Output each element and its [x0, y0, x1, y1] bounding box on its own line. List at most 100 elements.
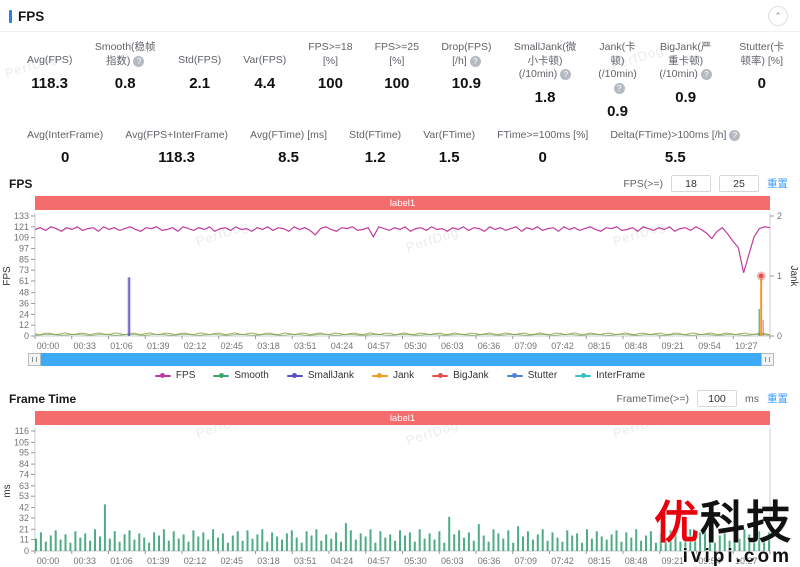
primary-stat: Drop(FPS) [/h]? 10.9	[430, 41, 503, 120]
svg-text:ms: ms	[2, 485, 13, 498]
svg-text:02:12: 02:12	[184, 341, 207, 350]
secondary-stat: Avg(InterFrame) 0	[16, 129, 114, 167]
fps-threshold2-input[interactable]	[719, 175, 759, 193]
panel-header: FPS ⌃	[0, 0, 800, 28]
svg-text:03:18: 03:18	[257, 341, 280, 350]
primary-stat: Stutter(卡顿率) [%] 0	[724, 41, 800, 120]
legend-marker-icon	[286, 373, 303, 379]
legend-marker-icon	[371, 373, 388, 379]
primary-stat-label: Std(FPS)	[178, 54, 222, 67]
svg-text:04:57: 04:57	[367, 556, 390, 565]
fps-threshold1-input[interactable]	[671, 175, 711, 193]
svg-text:05:30: 05:30	[404, 556, 427, 565]
svg-text:32: 32	[19, 513, 29, 523]
fps-legend-interframe[interactable]: InterFrame	[575, 370, 645, 381]
fps-legend-bigjank[interactable]: BigJank	[432, 370, 489, 381]
svg-text:01:06: 01:06	[110, 556, 133, 565]
ivipi-logo: 优科技 ivipi.com	[654, 500, 792, 566]
primary-stat-label: SmallJank(微小卡顿) (/10min)?	[513, 41, 577, 81]
svg-text:02:45: 02:45	[220, 341, 243, 350]
scrollbar-left-handle[interactable]	[28, 353, 41, 367]
ivipi-logo-brand: 优科技	[653, 497, 792, 548]
fps-chart-scrollbar[interactable]	[28, 353, 774, 367]
legend-marker-icon	[213, 373, 230, 379]
secondary-stat: Avg(FTime) [ms] 8.5	[239, 129, 338, 167]
svg-text:116: 116	[15, 427, 29, 436]
secondary-stat-label: Std(FTime)	[349, 128, 402, 141]
svg-text:03:51: 03:51	[294, 556, 317, 565]
secondary-stat-value: 118.3	[158, 149, 195, 167]
secondary-stat-label: Avg(FTime) [ms]	[250, 128, 328, 141]
collapse-button[interactable]: ⌃	[768, 6, 788, 26]
primary-stat-label: FPS>=18 [%]	[308, 41, 353, 67]
help-icon[interactable]: ?	[469, 55, 481, 67]
primary-stat-value: 100	[317, 75, 343, 93]
help-icon[interactable]: ?	[700, 69, 712, 81]
frametime-reset-link[interactable]: 重置	[767, 391, 788, 406]
header-accent-bar	[9, 9, 12, 23]
svg-text:0: 0	[777, 331, 782, 341]
svg-text:74: 74	[19, 470, 29, 480]
primary-stat-value: 1.8	[534, 88, 556, 106]
primary-stat: Std(FPS) 2.1	[167, 41, 232, 120]
scrollbar-track-fill[interactable]	[41, 353, 761, 367]
svg-text:12: 12	[19, 320, 29, 330]
perfdog-fps-panel: FPS ⌃ Avg(FPS) 118.3 Smooth(稳帧指数)? 0.8 Std(F…	[0, 0, 800, 567]
svg-text:FPS: FPS	[2, 266, 13, 286]
legend-marker-icon	[506, 373, 523, 379]
primary-stat: Smooth(稳帧指数)? 0.8	[83, 41, 167, 120]
frametime-threshold-input[interactable]	[697, 390, 737, 408]
svg-text:73: 73	[19, 265, 29, 275]
ivipi-logo-domain: ivipi.com	[682, 546, 792, 567]
legend-marker-icon	[154, 373, 171, 379]
fps-chart: 13312110997857361483624120210Jank00:00 00…	[2, 212, 799, 350]
legend-label: BigJank	[453, 370, 489, 382]
secondary-stat-label: FTime>=100ms [%]	[497, 128, 589, 141]
secondary-stat: FTime>=100ms [%] 0	[486, 129, 599, 167]
fps-chart-banner: label1	[35, 196, 770, 211]
fps-legend-fps[interactable]: FPS	[154, 370, 196, 382]
help-icon[interactable]: ?	[133, 55, 145, 67]
frametime-unit-label: ms	[745, 392, 759, 405]
frametime-section-header: Frame Time FrameTime(>=) ms 重置	[0, 390, 800, 408]
scrollbar-right-handle[interactable]	[761, 353, 774, 367]
secondary-stat-label: Delta(FTime)>100ms [/h]?	[610, 129, 741, 143]
fps-section-header: FPS FPS(>=) 重置	[0, 175, 800, 193]
svg-text:07:42: 07:42	[551, 556, 574, 565]
fps-section-title: FPS	[9, 176, 33, 191]
page-title: FPS	[18, 8, 45, 24]
primary-stat: FPS>=25 [%] 100	[364, 41, 430, 120]
primary-stat-label: Var(FPS)	[243, 54, 287, 67]
svg-text:07:09: 07:09	[514, 556, 537, 565]
fps-legend-stutter[interactable]: Stutter	[506, 370, 557, 381]
secondary-stat-value: 5.5	[664, 149, 686, 167]
primary-stat: BigJank(严重卡顿) (/10min)? 0.9	[648, 41, 724, 120]
fps-threshold-label: FPS(>=)	[623, 177, 663, 190]
primary-stat-value: 2.1	[189, 75, 211, 92]
primary-stat-value: 4.4	[254, 75, 276, 92]
primary-stat-value: 10.9	[451, 75, 481, 93]
svg-text:24: 24	[19, 310, 29, 320]
legend-label: SmallJank	[307, 370, 354, 382]
svg-text:121: 121	[14, 222, 29, 232]
secondary-stat-label: Var(FTime)	[423, 128, 476, 141]
legend-label: FPS	[175, 370, 196, 382]
secondary-stat-value: 0	[538, 149, 547, 167]
help-icon[interactable]: ?	[729, 129, 741, 141]
help-icon[interactable]: ?	[560, 69, 572, 81]
frametime-threshold-label: FrameTime(>=)	[616, 392, 689, 405]
legend-label: Jank	[392, 370, 415, 382]
secondary-stat-value: 1.5	[438, 149, 460, 167]
svg-text:53: 53	[19, 491, 29, 501]
svg-text:03:51: 03:51	[294, 341, 317, 350]
fps-reset-link[interactable]: 重置	[767, 176, 788, 191]
fps-legend-jank[interactable]: Jank	[371, 370, 415, 382]
fps-legend-smooth[interactable]: Smooth	[213, 370, 269, 381]
primary-stat: SmallJank(微小卡顿) (/10min)? 1.8	[503, 41, 587, 120]
stats-row-secondary: Avg(InterFrame) 0 Avg(FPS+InterFrame) 118.3…	[0, 128, 800, 167]
svg-text:09:21: 09:21	[661, 341, 684, 350]
svg-text:07:09: 07:09	[514, 341, 537, 350]
fps-legend-smalljank[interactable]: SmallJank	[286, 370, 354, 382]
primary-stat-label: Smooth(稳帧指数)?	[94, 41, 156, 67]
help-icon[interactable]: ?	[613, 82, 625, 94]
